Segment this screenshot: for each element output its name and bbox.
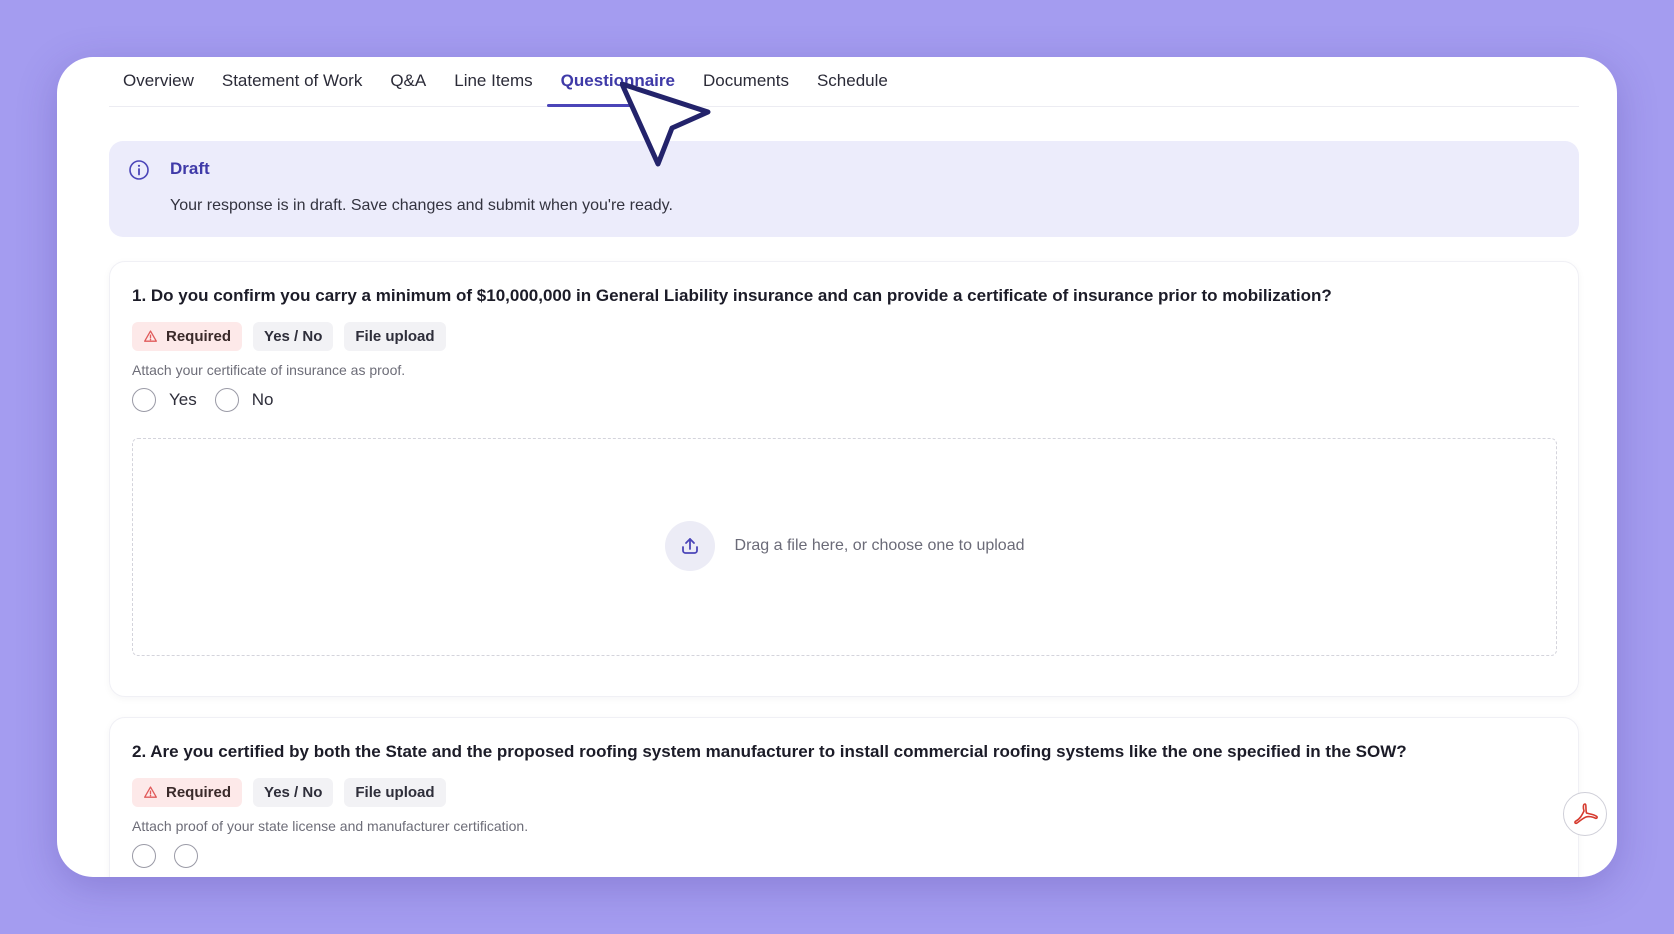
yes-no-badge: Yes / No: [253, 778, 334, 807]
question-card-2: 2. Are you certified by both the State a…: [109, 717, 1579, 877]
question-text: 1. Do you confirm you carry a minimum of…: [132, 286, 1332, 305]
radio-circle[interactable]: [174, 844, 198, 868]
required-label: Required: [166, 328, 232, 345]
question-hint: Attach proof of your state license and m…: [132, 818, 529, 834]
radio-no[interactable]: No: [214, 388, 274, 412]
info-icon: [128, 159, 150, 181]
pdf-export-button[interactable]: [1563, 792, 1607, 836]
radio-circle[interactable]: [214, 388, 239, 412]
tab-schedule[interactable]: Schedule: [803, 57, 902, 106]
upload-icon[interactable]: [664, 521, 715, 571]
question-text: 2. Are you certified by both the State a…: [132, 742, 1407, 761]
banner-title: Draft: [170, 159, 210, 178]
question-hint: Attach your certificate of insurance as …: [132, 362, 406, 378]
required-label: Required: [166, 784, 232, 801]
radio-yes[interactable]: [132, 844, 156, 868]
tab-overview[interactable]: Overview: [109, 57, 208, 106]
file-dropzone[interactable]: Drag a file here, or choose one to uploa…: [132, 438, 1557, 656]
question-card-1: 1. Do you confirm you carry a minimum of…: [109, 261, 1579, 697]
radio-yes-label: Yes: [169, 390, 197, 409]
radio-no[interactable]: [174, 844, 198, 868]
answer-options: Yes No: [132, 388, 291, 412]
radio-no-label: No: [251, 390, 274, 409]
required-badge: Required: [132, 322, 243, 351]
draft-banner: Draft Your response is in draft. Save ch…: [109, 141, 1579, 237]
file-upload-badge: File upload: [344, 778, 446, 807]
banner-message: Your response is in draft. Save changes …: [170, 197, 673, 214]
tab-documents[interactable]: Documents: [689, 57, 803, 106]
question-tags: Required Yes / No File upload: [132, 778, 446, 807]
upload-instructions[interactable]: Drag a file here, or choose one to uploa…: [735, 537, 1025, 555]
question-tags: Required Yes / No File upload: [132, 322, 446, 351]
tab-questionnaire[interactable]: Questionnaire: [546, 57, 690, 107]
app-window: Overview Statement of Work Q&A Line Item…: [57, 57, 1617, 877]
yes-no-badge: Yes / No: [253, 322, 334, 351]
file-upload-badge: File upload: [344, 322, 446, 351]
answer-options: [132, 844, 216, 868]
warning-icon: [144, 330, 157, 342]
radio-yes[interactable]: Yes: [132, 388, 197, 412]
tab-statement-of-work[interactable]: Statement of Work: [208, 57, 376, 106]
warning-icon: [144, 786, 157, 798]
radio-circle[interactable]: [132, 388, 156, 412]
radio-circle[interactable]: [132, 844, 156, 868]
tab-qa[interactable]: Q&A: [376, 57, 440, 106]
required-badge: Required: [132, 778, 243, 807]
tab-line-items[interactable]: Line Items: [440, 57, 546, 106]
pdf-icon: [1574, 803, 1598, 825]
tab-bar: Overview Statement of Work Q&A Line Item…: [109, 57, 1579, 107]
